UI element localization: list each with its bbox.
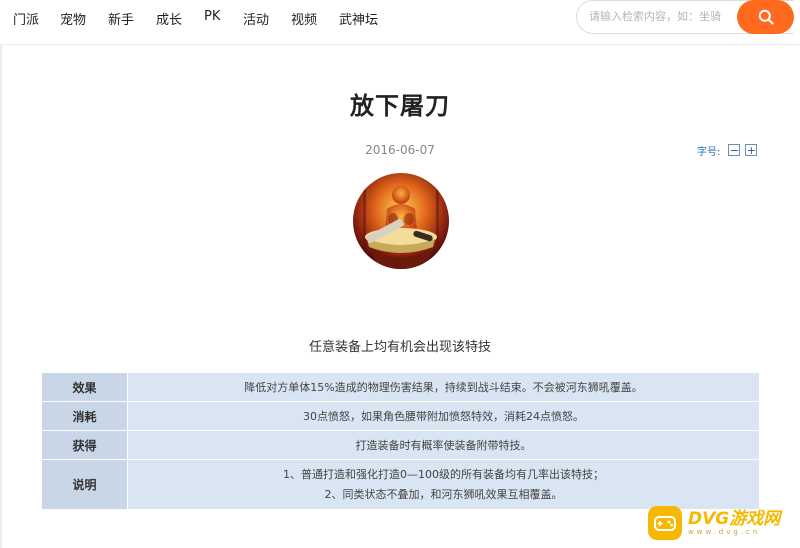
notes-line-1: 1、普通打造和强化打造0—100级的所有装备均有几率出该特技； xyxy=(283,467,604,481)
search-icon xyxy=(758,9,774,25)
font-size-label: 字号: xyxy=(697,146,721,158)
table-key-cost: 消耗 xyxy=(41,401,128,431)
search-button[interactable] xyxy=(737,0,794,34)
article-title: 放下屠刀 xyxy=(350,92,450,120)
font-size-control: 字号: − + xyxy=(697,143,758,158)
table-value-notes: 1、普通打造和强化打造0—100级的所有装备均有几率出该特技； 2、同类状态不叠… xyxy=(127,459,760,510)
table-row: 消耗 30点愤怒，如果角色腰带附加愤怒特效，消耗24点愤怒。 xyxy=(41,401,760,431)
nav-item-pk[interactable]: PK xyxy=(204,9,220,24)
watermark-url: www.dvg.cn xyxy=(688,527,761,536)
font-decrease-button[interactable]: − xyxy=(728,144,741,156)
notes-line-2: 2、同类状态不叠加，和河东狮吼效果互相覆盖。 xyxy=(324,487,563,501)
skill-info-table: 效果 降低对方单体15%造成的物理伤害结果，持续到战斗结束。不会被河东狮吼覆盖。… xyxy=(41,372,760,510)
nav-item-growth[interactable]: 成长 xyxy=(156,9,182,28)
table-key-notes: 说明 xyxy=(41,459,128,510)
table-key-effect: 效果 xyxy=(41,372,128,402)
nav-item-events[interactable]: 活动 xyxy=(243,9,269,28)
table-value-effect: 降低对方单体15%造成的物理伤害结果，持续到战斗结束。不会被河东狮吼覆盖。 xyxy=(127,372,760,402)
header-divider xyxy=(0,44,800,45)
font-increase-button[interactable]: + xyxy=(745,144,758,156)
nav-item-pets[interactable]: 宠物 xyxy=(60,9,86,28)
search-input[interactable] xyxy=(589,10,739,23)
site-watermark: DVG游戏网 www.dvg.cn xyxy=(648,505,796,541)
nav-item-menpai[interactable]: 门派 xyxy=(13,9,39,28)
table-value-cost: 30点愤怒，如果角色腰带附加愤怒特效，消耗24点愤怒。 xyxy=(127,401,760,431)
nav-item-video[interactable]: 视频 xyxy=(291,9,317,28)
table-row: 效果 降低对方单体15%造成的物理伤害结果，持续到战斗结束。不会被河东狮吼覆盖。 xyxy=(41,372,760,402)
table-key-obtain: 获得 xyxy=(41,430,128,460)
article-subtitle: 任意装备上均有机会出现该特技 xyxy=(308,340,491,355)
nav-item-wushentan[interactable]: 武神坛 xyxy=(339,9,378,28)
table-row: 说明 1、普通打造和强化打造0—100级的所有装备均有几率出该特技； 2、同类状… xyxy=(41,459,760,510)
watermark-name: DVG游戏网 xyxy=(688,508,781,529)
table-value-obtain: 打造装备时有概率使装备附带特技。 xyxy=(127,430,760,460)
top-nav: 门派 宠物 新手 成长 PK 活动 视频 武神坛 xyxy=(0,0,800,42)
nav-item-newbie[interactable]: 新手 xyxy=(108,9,134,28)
skill-icon xyxy=(353,173,449,269)
publish-date: 2016-06-07 xyxy=(365,143,435,157)
gamepad-icon xyxy=(648,506,682,540)
table-row: 获得 打造装备时有概率使装备附带特技。 xyxy=(41,430,760,460)
